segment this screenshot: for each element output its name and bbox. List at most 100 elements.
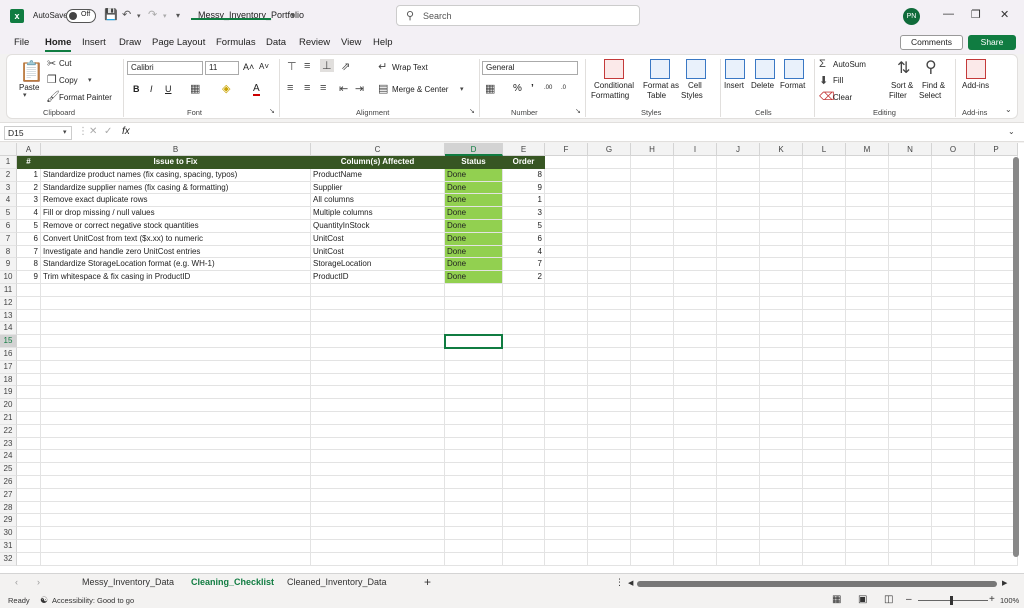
empty-cell[interactable]: [17, 450, 41, 464]
empty-cell[interactable]: [545, 476, 588, 489]
empty-cell[interactable]: [674, 348, 717, 361]
empty-cell[interactable]: [803, 322, 846, 336]
empty-cell[interactable]: [889, 412, 932, 425]
format-painter-label[interactable]: Format Painter: [59, 93, 112, 102]
empty-cell[interactable]: [631, 360, 674, 374]
empty-cell[interactable]: [588, 488, 631, 502]
underline-icon[interactable]: U: [165, 84, 172, 94]
insert-cells-label[interactable]: Insert: [724, 81, 744, 90]
empty-cell[interactable]: [889, 360, 932, 374]
empty-cell[interactable]: [445, 552, 503, 566]
column-header-k[interactable]: K: [760, 143, 803, 156]
table-cell[interactable]: 7: [17, 245, 41, 259]
empty-cell[interactable]: [545, 540, 588, 553]
empty-cell[interactable]: [503, 386, 545, 400]
empty-cell[interactable]: [631, 258, 674, 272]
empty-cell[interactable]: [760, 258, 803, 272]
empty-cell[interactable]: [17, 322, 41, 336]
empty-cell[interactable]: [631, 399, 674, 412]
empty-cell[interactable]: [17, 412, 41, 425]
empty-cell[interactable]: [41, 335, 311, 348]
column-header-h[interactable]: H: [631, 143, 674, 156]
table-cell[interactable]: Standardize StorageLocation format (e.g.…: [41, 258, 311, 272]
empty-cell[interactable]: [932, 360, 975, 374]
empty-cell[interactable]: [631, 373, 674, 387]
column-header-c[interactable]: C: [311, 143, 445, 156]
sort-filter-label-2[interactable]: Filter: [889, 91, 907, 100]
empty-cell[interactable]: [803, 335, 846, 348]
empty-cell[interactable]: [588, 220, 631, 233]
empty-cell[interactable]: [674, 373, 717, 387]
tab-file[interactable]: File: [14, 37, 29, 48]
table-cell[interactable]: Standardize supplier names (fix casing &…: [41, 181, 311, 195]
empty-cell[interactable]: [674, 540, 717, 553]
empty-cell[interactable]: [674, 335, 717, 348]
zoom-slider-thumb[interactable]: [950, 596, 953, 605]
empty-cell[interactable]: [846, 514, 889, 528]
empty-cell[interactable]: [41, 450, 311, 464]
table-cell[interactable]: Supplier: [311, 181, 445, 195]
empty-cell[interactable]: [889, 322, 932, 336]
empty-cell[interactable]: [846, 271, 889, 284]
empty-cell[interactable]: [588, 245, 631, 259]
delete-cells-icon[interactable]: [755, 59, 775, 79]
empty-cell[interactable]: [674, 514, 717, 528]
empty-cell[interactable]: [311, 348, 445, 361]
wrap-text-icon[interactable]: ↵: [378, 60, 387, 73]
empty-cell[interactable]: [932, 527, 975, 540]
empty-cell[interactable]: [717, 271, 760, 284]
borders-icon[interactable]: ▦: [190, 82, 200, 95]
decrease-decimal-icon[interactable]: .0: [561, 85, 566, 91]
empty-cell[interactable]: [717, 424, 760, 438]
decrease-indent-icon[interactable]: ⇤: [339, 82, 348, 95]
empty-cell[interactable]: [631, 450, 674, 464]
empty-cell[interactable]: [717, 168, 760, 182]
empty-cell[interactable]: [311, 386, 445, 400]
row-header[interactable]: 2: [0, 168, 17, 182]
accounting-format-icon[interactable]: ▦: [485, 82, 495, 95]
orientation-icon[interactable]: ⇗: [341, 60, 350, 73]
empty-cell[interactable]: [889, 220, 932, 233]
empty-cell[interactable]: [975, 552, 1018, 566]
empty-cell[interactable]: [17, 514, 41, 528]
merge-center-icon[interactable]: ▤: [378, 82, 388, 95]
empty-cell[interactable]: [846, 412, 889, 425]
empty-cell[interactable]: [503, 348, 545, 361]
table-cell[interactable]: Done: [445, 271, 503, 284]
empty-cell[interactable]: [588, 501, 631, 515]
empty-cell[interactable]: [760, 156, 803, 169]
empty-cell[interactable]: [674, 399, 717, 412]
confirm-entry-icon[interactable]: ✓: [104, 126, 112, 137]
empty-cell[interactable]: [674, 258, 717, 272]
empty-cell[interactable]: [631, 552, 674, 566]
empty-cell[interactable]: [717, 360, 760, 374]
next-sheet-icon[interactable]: ›: [37, 577, 40, 587]
empty-cell[interactable]: [932, 476, 975, 489]
empty-cell[interactable]: [975, 437, 1018, 451]
table-cell[interactable]: Remove or correct negative stock quantit…: [41, 220, 311, 233]
empty-cell[interactable]: [631, 348, 674, 361]
table-cell[interactable]: Multiple columns: [311, 207, 445, 220]
table-header-cell[interactable]: Order: [503, 156, 545, 169]
empty-cell[interactable]: [674, 488, 717, 502]
select-all-corner[interactable]: [0, 143, 17, 156]
empty-cell[interactable]: [889, 309, 932, 323]
table-cell[interactable]: All columns: [311, 194, 445, 208]
table-cell[interactable]: 1: [503, 194, 545, 208]
empty-cell[interactable]: [760, 284, 803, 297]
empty-cell[interactable]: [760, 194, 803, 208]
empty-cell[interactable]: [846, 488, 889, 502]
zoom-in-icon[interactable]: +: [989, 594, 995, 605]
empty-cell[interactable]: [889, 527, 932, 540]
empty-cell[interactable]: [717, 245, 760, 259]
empty-cell[interactable]: [17, 309, 41, 323]
empty-cell[interactable]: [846, 168, 889, 182]
empty-cell[interactable]: [975, 399, 1018, 412]
empty-cell[interactable]: [17, 540, 41, 553]
empty-cell[interactable]: [503, 476, 545, 489]
table-cell[interactable]: 9: [503, 181, 545, 195]
empty-cell[interactable]: [631, 309, 674, 323]
cell-styles-label-2[interactable]: Styles: [681, 91, 703, 100]
save-icon[interactable]: 💾: [104, 8, 118, 21]
scroll-left-icon[interactable]: ◀: [628, 579, 633, 587]
